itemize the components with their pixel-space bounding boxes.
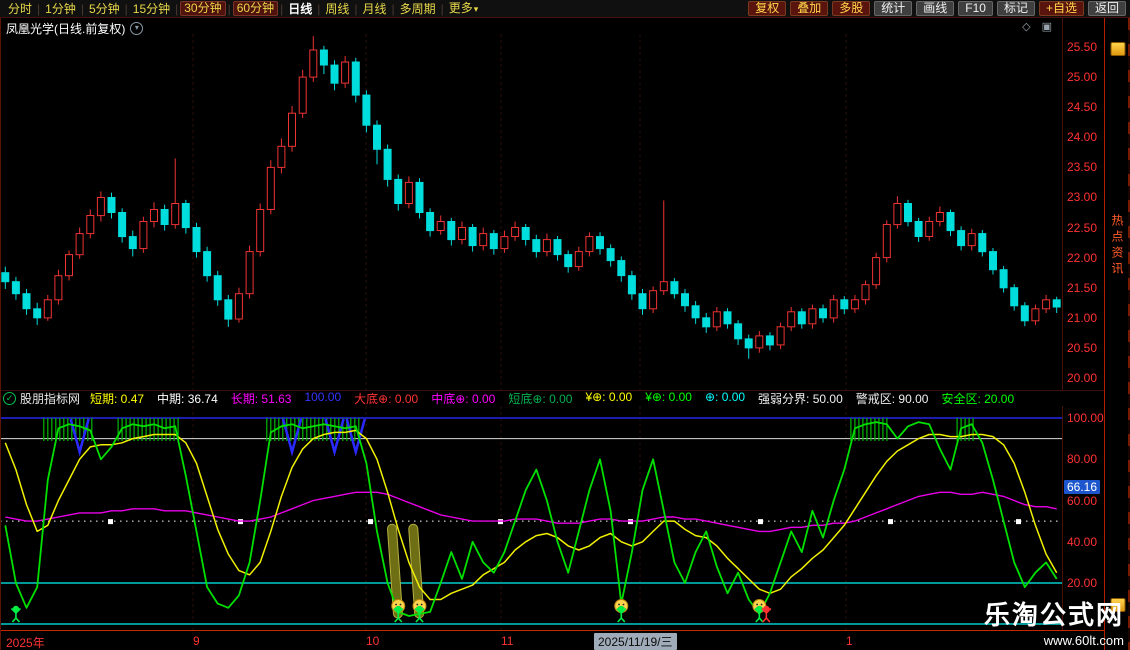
- toolbar-separator: |: [175, 1, 178, 17]
- draw-line-button[interactable]: 画线: [916, 1, 954, 16]
- price-axis-label: 20.50: [1067, 341, 1097, 355]
- period-more[interactable]: 更多▾: [446, 0, 482, 17]
- indicator-field-11: 警戒区: 90.00: [856, 390, 929, 406]
- top-toolbar: 分时|1分钟|5分钟|15分钟|30分钟|60分钟|日线|周线|月线|多周期|更…: [0, 0, 1130, 18]
- toolbar-separator: |: [125, 1, 128, 17]
- indicator-field-9: ⊕: 0.00: [705, 390, 745, 406]
- multi-stock-button[interactable]: 多股: [832, 1, 870, 16]
- period-daily[interactable]: 日线: [285, 1, 315, 17]
- indicator-field-8: ¥⊕: 0.00: [645, 390, 692, 406]
- period-multi[interactable]: 多周期: [397, 1, 439, 17]
- indicator-axis-label: 40.00: [1067, 535, 1097, 549]
- mark-button[interactable]: 标记: [997, 1, 1035, 16]
- toolbar-separator: |: [81, 1, 84, 17]
- date-tick-label: 9: [193, 634, 200, 648]
- price-axis-label: 22.00: [1067, 251, 1097, 265]
- price-axis: 25.50 25.00 24.50 24.00 23.50 23.00 22.50 22.00…: [1062, 18, 1104, 390]
- candlestick-plot[interactable]: [0, 18, 1062, 390]
- indicator-value-marker: 66.16: [1064, 480, 1100, 494]
- stats-button[interactable]: 统计: [874, 1, 912, 16]
- toolbar-separator: |: [392, 1, 395, 17]
- indicator-field-10: 强弱分界: 50.00: [758, 390, 843, 406]
- indicator-axis-label: 60.00: [1067, 494, 1097, 508]
- indicator-field-6: 短底⊕: 0.00: [508, 390, 572, 406]
- toolbar-separator: |: [317, 1, 320, 17]
- toolbar-separator: |: [37, 1, 40, 17]
- cursor-date-label: 2025/11/19/三: [594, 633, 677, 650]
- main-chart-panel: 凤凰光学(日线.前复权) ▾ ◇ ▣ 25.5025.0024.5024.002…: [0, 18, 1104, 390]
- period-15min[interactable]: 15分钟: [130, 1, 173, 17]
- watermark: 乐淘公式网 www.60lt.com: [984, 595, 1124, 648]
- stock-switch-circle-icon[interactable]: ▾: [130, 22, 143, 35]
- right-sidebar: 热点资讯: [1104, 18, 1130, 650]
- toolbar-separator: |: [354, 1, 357, 17]
- price-axis-label: 21.00: [1067, 311, 1097, 325]
- period-weekly[interactable]: 周线: [322, 1, 352, 17]
- price-axis-label: 21.50: [1067, 281, 1097, 295]
- date-tick-label: 11: [501, 634, 513, 648]
- indicator-fields: 短期: 0.47 中期: 36.74 长期: 51.63 100.00 大底⊕: 0.0…: [90, 390, 1014, 406]
- indicator-field-5: 中底⊕: 0.00: [431, 390, 495, 406]
- indicator-field-4: 大底⊕: 0.00: [354, 390, 418, 406]
- indicator-source-label: 股朋指标网: [20, 390, 80, 406]
- overlay-button[interactable]: 叠加: [790, 1, 828, 16]
- price-axis-label: 23.00: [1067, 190, 1097, 204]
- indicator-field-3: 100.00: [304, 390, 341, 406]
- indicator-source-icon: ✓: [3, 392, 16, 405]
- add-watchlist-button[interactable]: +自选: [1039, 1, 1084, 16]
- chart-workspace: 凤凰光学(日线.前复权) ▾ ◇ ▣ 25.5025.0024.5024.002…: [0, 18, 1130, 650]
- price-axis-label: 20.00: [1067, 371, 1097, 385]
- toolbar-separator: |: [228, 1, 231, 17]
- sidebar-vertical-label[interactable]: 热点资讯: [1109, 214, 1126, 278]
- period-minute-chart[interactable]: 分时: [5, 1, 35, 17]
- date-tick-label: 2025年: [6, 634, 45, 650]
- tdx-app: 分时|1分钟|5分钟|15分钟|30分钟|60分钟|日线|周线|月线|多周期|更…: [0, 0, 1130, 650]
- date-tick-label: 10: [366, 634, 379, 648]
- action-toolbar: 复权叠加多股统计画线 F10 标记 +自选返回: [744, 1, 1126, 16]
- chart-title: 凤凰光学(日线.前复权): [6, 20, 125, 37]
- price-axis-label: 25.50: [1067, 40, 1097, 54]
- chart-column: 凤凰光学(日线.前复权) ▾ ◇ ▣ 25.5025.0024.5024.002…: [0, 18, 1104, 650]
- period-1min[interactable]: 1分钟: [42, 1, 79, 17]
- indicator-field-12: 安全区: 20.00: [941, 390, 1014, 406]
- indicator-field-7: ¥⊕: 0.00: [585, 390, 632, 406]
- indicator-panel: 100.00 80.00 60.00 40.00 20.00 66.16: [0, 406, 1104, 630]
- indicator-field-2: 长期: 51.63: [231, 390, 292, 406]
- watermark-url: www.60lt.com: [984, 633, 1124, 648]
- period-30min[interactable]: 30分钟: [180, 1, 225, 16]
- indicator-axis-label: 80.00: [1067, 452, 1097, 466]
- period-5min[interactable]: 5分钟: [86, 1, 123, 17]
- date-axis: 2025年 9 10 11 2025/11/19/三 1: [0, 630, 1104, 650]
- price-axis-label: 23.50: [1067, 160, 1097, 174]
- price-axis-label: 24.00: [1067, 130, 1097, 144]
- indicator-field-0: 短期: 0.47: [90, 390, 144, 406]
- indicator-header: ✓ 股朋指标网 短期: 0.47 中期: 36.74 长期: 51.63 100.00…: [0, 390, 1104, 406]
- toolbar-separator: |: [280, 1, 283, 17]
- chart-title-row: 凤凰光学(日线.前复权) ▾: [6, 20, 143, 37]
- chevron-down-icon: ▾: [474, 4, 479, 14]
- date-tick-label: 1: [846, 634, 853, 648]
- f10-button[interactable]: F10: [958, 1, 993, 16]
- price-axis-label: 24.50: [1067, 100, 1097, 114]
- toolbar-separator: |: [441, 1, 444, 17]
- back-button[interactable]: 返回: [1088, 1, 1126, 16]
- price-axis-label: 22.50: [1067, 221, 1097, 235]
- indicator-axis-label: 100.00: [1067, 411, 1104, 425]
- price-axis-label: 25.00: [1067, 70, 1097, 84]
- adjust-button[interactable]: 复权: [748, 1, 786, 16]
- indicator-field-1: 中期: 36.74: [157, 390, 218, 406]
- period-toolbar: 分时|1分钟|5分钟|15分钟|30分钟|60分钟|日线|周线|月线|多周期|更…: [4, 0, 482, 17]
- watermark-site-name: 乐淘公式网: [984, 595, 1124, 632]
- chart-corner-icons[interactable]: ◇ ▣: [1022, 20, 1056, 33]
- indicator-axis-label: 20.00: [1067, 576, 1097, 590]
- period-60min[interactable]: 60分钟: [233, 1, 278, 16]
- period-monthly[interactable]: 月线: [360, 1, 390, 17]
- oscillator-plot[interactable]: [0, 406, 1062, 630]
- sidebar-badge-icon[interactable]: [1110, 42, 1125, 56]
